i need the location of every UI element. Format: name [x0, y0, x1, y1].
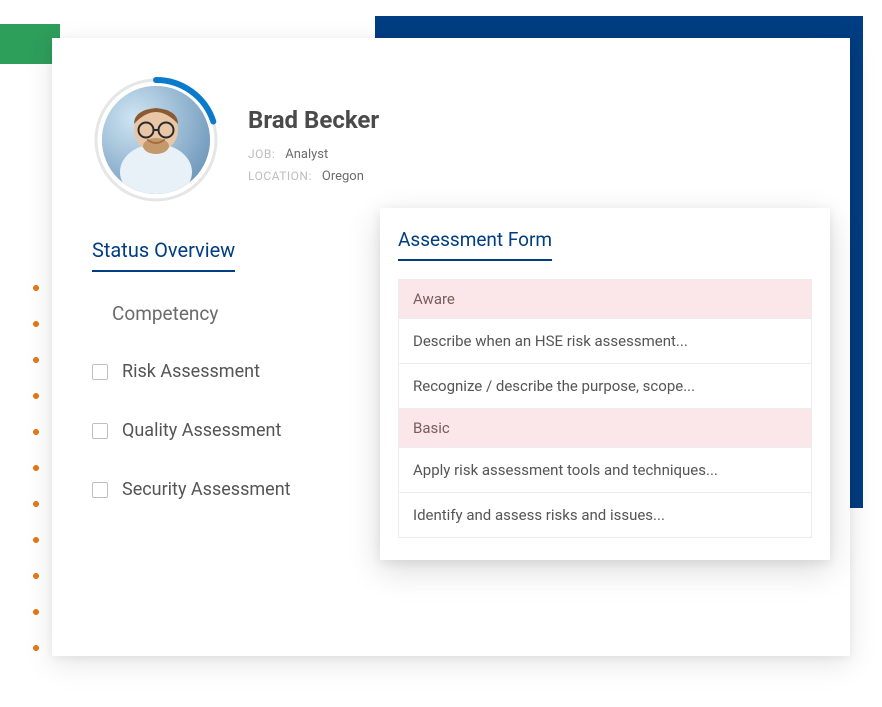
- profile-job-label: JOB:: [248, 144, 275, 166]
- checkbox-icon[interactable]: [92, 482, 108, 498]
- checkbox-icon[interactable]: [92, 364, 108, 380]
- profile-meta: Brad Becker JOB: Analyst LOCATION: Orego…: [248, 76, 379, 188]
- competency-item-label: Risk Assessment: [122, 361, 260, 382]
- profile-location-label: LOCATION:: [248, 166, 312, 188]
- assessment-item[interactable]: Recognize / describe the purpose, scope.…: [399, 364, 811, 409]
- decorative-green-bar: [0, 24, 60, 64]
- profile-location-row: LOCATION: Oregon: [248, 166, 379, 188]
- assessment-group-header-aware: Aware: [399, 280, 811, 319]
- profile-job-row: JOB: Analyst: [248, 144, 379, 166]
- avatar: [92, 76, 220, 204]
- assessment-form-title: Assessment Form: [398, 228, 552, 261]
- competency-item-label: Security Assessment: [122, 479, 291, 500]
- competency-item-label: Quality Assessment: [122, 420, 281, 441]
- assessment-item[interactable]: Apply risk assessment tools and techniqu…: [399, 448, 811, 493]
- profile-job-value: Analyst: [285, 144, 328, 166]
- profile-name: Brad Becker: [248, 106, 379, 134]
- assessment-item[interactable]: Describe when an HSE risk assessment...: [399, 319, 811, 364]
- status-overview-title: Status Overview: [92, 238, 235, 272]
- profile-location-value: Oregon: [322, 166, 364, 188]
- checkbox-icon[interactable]: [92, 423, 108, 439]
- avatar-image: [102, 86, 210, 194]
- profile-header: Brad Becker JOB: Analyst LOCATION: Orego…: [92, 76, 810, 204]
- assessment-group-header-basic: Basic: [399, 409, 811, 448]
- assessment-form-card: Assessment Form Aware Describe when an H…: [380, 208, 830, 560]
- assessment-item[interactable]: Identify and assess risks and issues...: [399, 493, 811, 537]
- assessment-list: Aware Describe when an HSE risk assessme…: [398, 279, 812, 538]
